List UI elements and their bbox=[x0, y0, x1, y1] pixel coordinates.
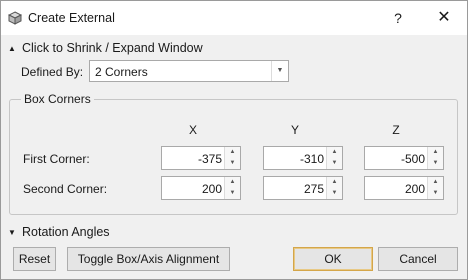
spin-down-icon[interactable]: ▼ bbox=[224, 158, 240, 169]
shrink-expand-toggle[interactable]: ▲ Click to Shrink / Expand Window bbox=[8, 41, 203, 55]
column-y-header: Y bbox=[290, 123, 299, 137]
box-corners-label: Box Corners bbox=[21, 92, 94, 106]
defined-by-value: 2 Corners bbox=[95, 65, 148, 79]
window-title: Create External bbox=[28, 11, 115, 25]
rotation-angles-label: Rotation Angles bbox=[22, 225, 110, 239]
second-corner-z-input[interactable]: 200 ▲ ▼ bbox=[364, 176, 444, 200]
toggle-alignment-button[interactable]: Toggle Box/Axis Alignment bbox=[67, 247, 230, 271]
second-corner-x-value: 200 bbox=[201, 182, 222, 196]
chevron-down-icon[interactable]: ▼ bbox=[271, 61, 288, 81]
second-corner-y-value: 275 bbox=[303, 182, 324, 196]
first-corner-z-input[interactable]: -500 ▲ ▼ bbox=[364, 146, 444, 170]
shrink-expand-label: Click to Shrink / Expand Window bbox=[22, 41, 203, 55]
first-corner-x-input[interactable]: -375 ▲ ▼ bbox=[161, 146, 241, 170]
spin-down-icon[interactable]: ▼ bbox=[326, 158, 342, 169]
title-bar: Create External ? ✕ bbox=[1, 1, 467, 35]
cancel-button[interactable]: Cancel bbox=[378, 247, 458, 271]
first-corner-label: First Corner: bbox=[23, 152, 90, 166]
help-icon[interactable]: ? bbox=[385, 5, 411, 31]
column-x-header: X bbox=[188, 123, 197, 137]
second-corner-y-input[interactable]: 275 ▲ ▼ bbox=[263, 176, 343, 200]
spin-down-icon[interactable]: ▼ bbox=[224, 188, 240, 199]
triangle-down-icon: ▼ bbox=[8, 228, 16, 238]
defined-by-select[interactable]: 2 Corners ▼ bbox=[89, 60, 289, 82]
second-corner-z-value: 200 bbox=[404, 182, 425, 196]
first-corner-z-value: -500 bbox=[400, 152, 425, 166]
spin-down-icon[interactable]: ▼ bbox=[326, 188, 342, 199]
defined-by-label: Defined By: bbox=[21, 65, 84, 79]
first-corner-x-value: -375 bbox=[197, 152, 222, 166]
external-box-icon bbox=[8, 11, 22, 25]
first-corner-y-value: -310 bbox=[299, 152, 324, 166]
rotation-angles-toggle[interactable]: ▼ Rotation Angles bbox=[8, 225, 110, 239]
first-corner-y-input[interactable]: -310 ▲ ▼ bbox=[263, 146, 343, 170]
triangle-up-icon: ▲ bbox=[8, 44, 16, 54]
ok-button[interactable]: OK bbox=[293, 247, 373, 271]
second-corner-label: Second Corner: bbox=[23, 182, 108, 196]
reset-button[interactable]: Reset bbox=[13, 247, 56, 271]
column-z-header: Z bbox=[392, 123, 400, 137]
close-icon[interactable]: ✕ bbox=[431, 5, 457, 31]
second-corner-x-input[interactable]: 200 ▲ ▼ bbox=[161, 176, 241, 200]
spin-down-icon[interactable]: ▼ bbox=[427, 158, 443, 169]
spin-down-icon[interactable]: ▼ bbox=[427, 188, 443, 199]
